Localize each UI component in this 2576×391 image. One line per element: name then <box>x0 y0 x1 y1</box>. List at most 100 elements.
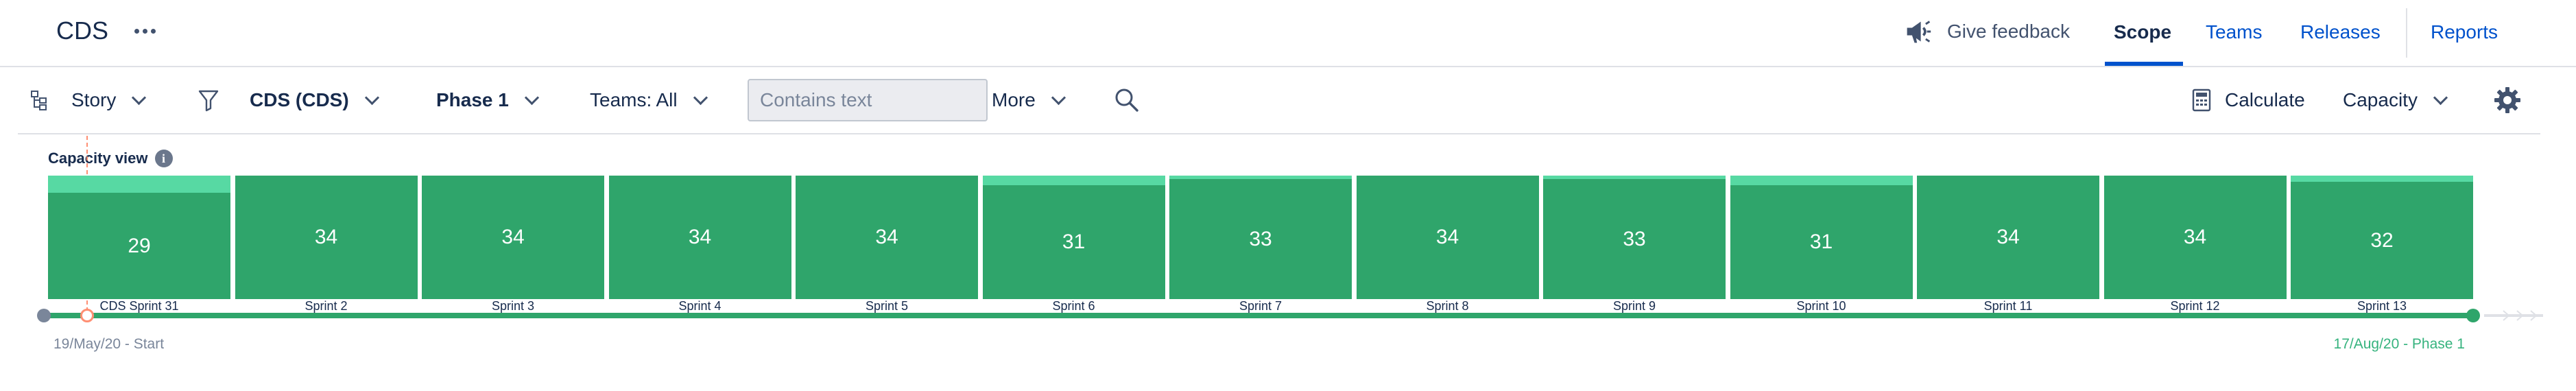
sprint-name: Sprint 11 <box>1983 299 2033 313</box>
more-icon[interactable] <box>134 29 156 34</box>
capacity-view-label: Capacity view <box>48 150 148 167</box>
used-capacity: 34 <box>796 176 978 299</box>
search-icon <box>1115 88 1138 112</box>
sprint-name: CDS Sprint 31 <box>99 299 179 313</box>
toolbar: Story CDS (CDS) Phase 1 Teams: All More <box>18 67 2540 134</box>
search-input[interactable] <box>748 79 988 121</box>
sprint-name: Sprint 7 <box>1239 299 1283 313</box>
phase-label: Phase 1 <box>436 89 509 110</box>
sprint-capacity-value: 34 <box>1996 226 2020 248</box>
sprint-name: Sprint 13 <box>2357 299 2407 313</box>
page-header: CDS Give feedback Scope Teams Releases R… <box>0 0 2576 67</box>
chevron-down-icon <box>693 90 708 105</box>
chevron-down-icon <box>524 90 539 105</box>
gear-icon <box>2494 87 2520 113</box>
timeline-end-handle[interactable] <box>2466 309 2480 322</box>
sprint-capacity-bar[interactable]: 34 <box>2103 176 2287 299</box>
used-capacity: 31 <box>982 185 1165 299</box>
tab-releases[interactable]: Releases <box>2300 21 2381 43</box>
timeline-bar <box>43 313 2473 318</box>
used-capacity: 34 <box>1356 176 1539 299</box>
sprint-capacity-value: 31 <box>1062 230 1086 253</box>
sprint-capacity-bars: 29 34 34 34 34 31 33 34 33 31 34 34 32 <box>48 176 2473 299</box>
sprint-name: Sprint 9 <box>1612 299 1656 313</box>
today-marker <box>80 309 94 322</box>
chevron-down-icon <box>132 90 147 105</box>
megaphone-icon <box>1907 21 1931 43</box>
sprint-capacity-value: 33 <box>1249 227 1272 250</box>
hierarchy-icon <box>31 91 47 110</box>
used-capacity: 32 <box>2291 182 2473 299</box>
used-capacity: 33 <box>1543 179 1726 299</box>
timeline-start-handle[interactable] <box>37 309 51 322</box>
sprint-name: Sprint 3 <box>491 299 535 313</box>
sprint-capacity-bar[interactable]: 33 <box>1543 176 1726 299</box>
chevron-down-icon <box>1051 90 1066 105</box>
more-dropdown[interactable]: More <box>992 67 1066 133</box>
give-feedback-button[interactable]: Give feedback <box>1903 18 2070 45</box>
sprint-name: Sprint 2 <box>305 299 348 313</box>
sprint-capacity-bar[interactable]: 34 <box>1356 176 1539 299</box>
sprint-capacity-value: 32 <box>2370 228 2394 252</box>
tab-reports[interactable]: Reports <box>2431 21 2498 43</box>
sprint-capacity-bar[interactable]: 34 <box>1917 176 2099 299</box>
sprint-capacity-bar[interactable]: 34 <box>796 176 978 299</box>
sprint-capacity-bar[interactable]: 34 <box>235 176 418 299</box>
view-mode-dropdown[interactable]: Capacity <box>2343 67 2448 133</box>
sprint-capacity-value: 34 <box>2183 226 2207 248</box>
sprint-capacity-bar[interactable]: 32 <box>2291 176 2473 299</box>
used-capacity: 34 <box>2103 176 2287 299</box>
sprint-name: Sprint 6 <box>1052 299 1095 313</box>
project-filter-dropdown[interactable]: CDS (CDS) <box>250 67 379 133</box>
sprint-capacity-bar[interactable]: 34 <box>608 176 791 299</box>
used-capacity: 34 <box>422 176 604 299</box>
sprint-name: Sprint 8 <box>1426 299 1469 313</box>
project-filter-label: CDS (CDS) <box>250 89 349 110</box>
used-capacity: 31 <box>1730 185 1913 299</box>
chevron-down-icon <box>2433 90 2448 105</box>
nav-divider <box>2406 8 2407 58</box>
filter-button[interactable] <box>198 67 219 133</box>
sprint-capacity-value: 34 <box>1435 226 1459 248</box>
timeline-end-date: 17/Aug/20 - Phase 1 <box>2333 336 2465 352</box>
phase-dropdown[interactable]: Phase 1 <box>436 67 539 133</box>
search-button[interactable] <box>1114 67 1140 133</box>
teams-label: Teams: All <box>590 89 678 110</box>
sprint-capacity-value: 34 <box>688 226 712 248</box>
used-capacity: 34 <box>608 176 791 299</box>
sprint-capacity-value: 33 <box>1623 227 1646 250</box>
sprint-capacity-value: 34 <box>314 226 338 248</box>
capacity-view-heading: Capacity view i <box>48 150 173 167</box>
used-capacity: 33 <box>1169 179 1352 299</box>
sprint-capacity-value: 29 <box>128 234 151 257</box>
info-icon[interactable]: i <box>154 150 173 167</box>
more-label: More <box>992 89 1036 110</box>
sprint-name: Sprint 12 <box>2170 299 2220 313</box>
sprint-capacity-bar[interactable]: 33 <box>1169 176 1352 299</box>
used-capacity: 34 <box>235 176 418 299</box>
sprint-capacity-bar[interactable]: 34 <box>422 176 604 299</box>
used-capacity: 29 <box>48 193 230 299</box>
view-mode-label: Capacity <box>2343 89 2418 110</box>
settings-button[interactable] <box>2494 67 2521 133</box>
teams-dropdown[interactable]: Teams: All <box>590 67 708 133</box>
sprint-capacity-value: 34 <box>501 226 525 248</box>
hierarchy-label: Story <box>71 89 117 110</box>
sprint-capacity-value: 34 <box>875 226 898 248</box>
sprint-capacity-value: 31 <box>1809 230 1833 253</box>
sprint-name: Sprint 4 <box>678 299 721 313</box>
tab-teams[interactable]: Teams <box>2206 21 2262 43</box>
active-tab-indicator <box>2105 62 2183 66</box>
plan-title: CDS <box>56 16 109 45</box>
chevron-down-icon <box>364 90 379 105</box>
sprint-name: Sprint 10 <box>1796 299 1846 313</box>
sprint-capacity-bar[interactable]: 29 <box>48 176 230 299</box>
hierarchy-dropdown[interactable]: Story <box>30 67 147 133</box>
timeline-extend-arrows <box>2484 310 2543 321</box>
tab-scope[interactable]: Scope <box>2114 21 2171 43</box>
calculate-button[interactable]: Calculate <box>2192 67 2305 133</box>
sprint-capacity-bar[interactable]: 31 <box>982 176 1165 299</box>
sprint-capacity-bar[interactable]: 31 <box>1730 176 1913 299</box>
calculator-icon <box>2192 88 2211 112</box>
calculate-label: Calculate <box>2225 89 2305 110</box>
